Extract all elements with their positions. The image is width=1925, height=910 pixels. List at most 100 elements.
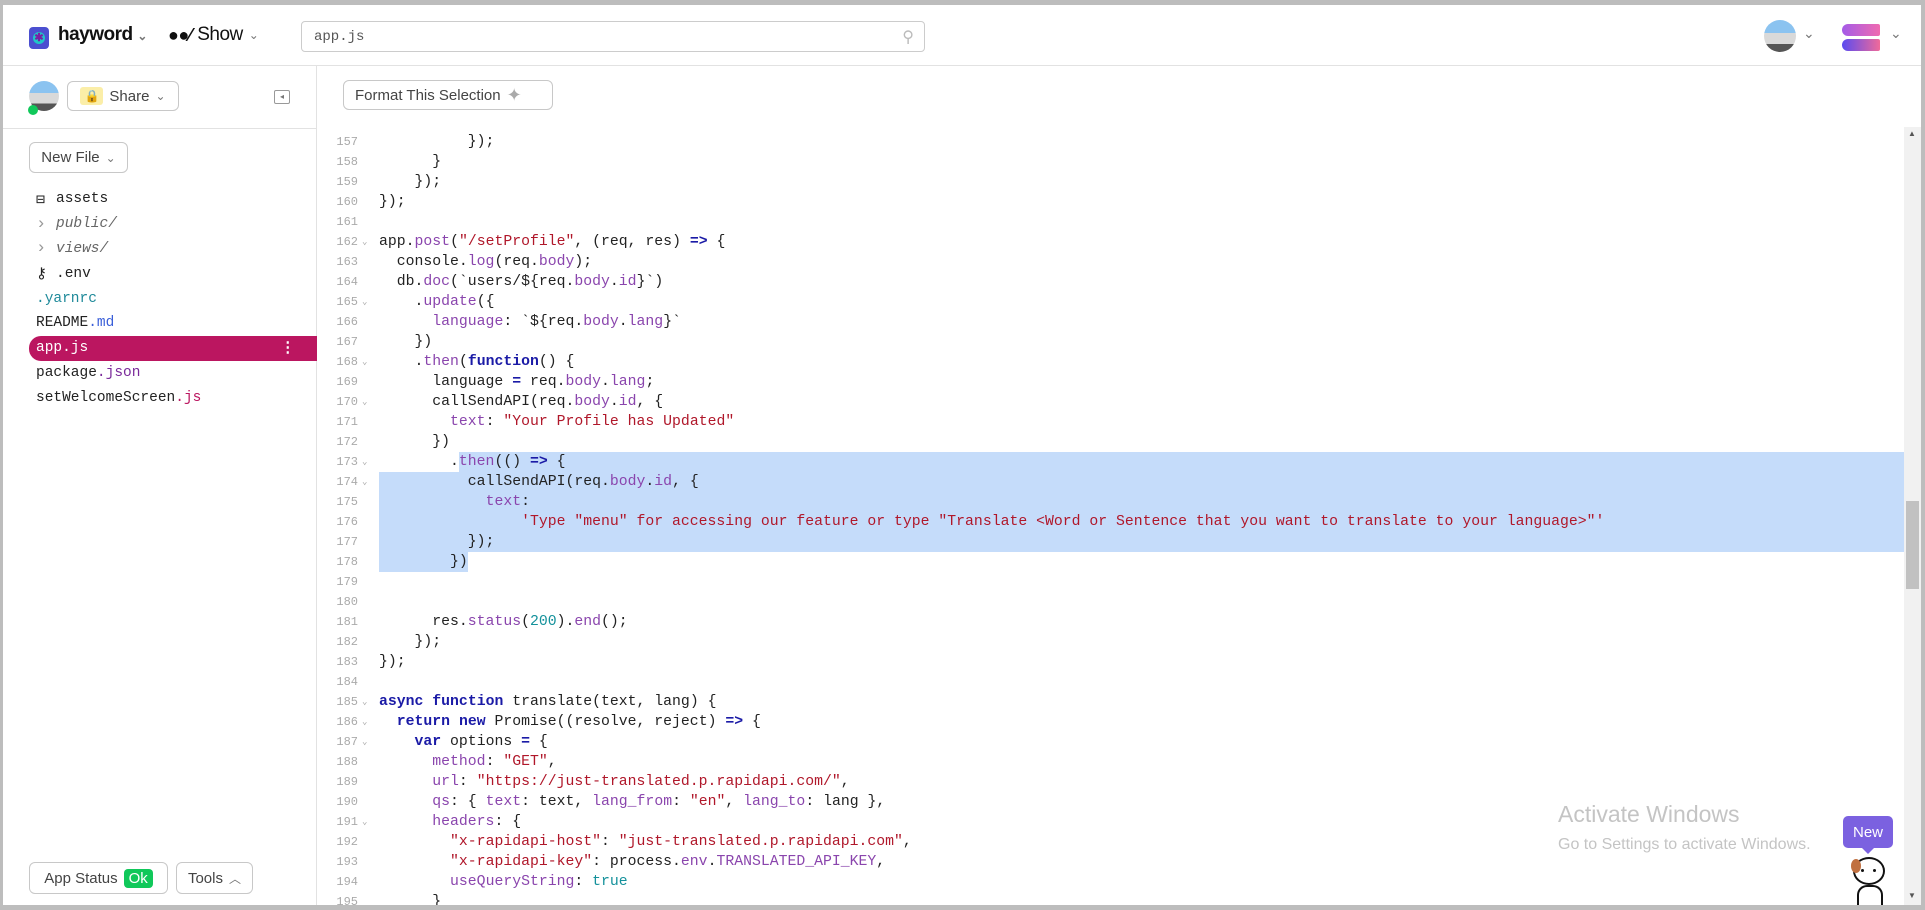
file-item[interactable]: ⊟ assets — [29, 187, 317, 212]
file-name: package — [36, 364, 97, 381]
code-line[interactable]: 195 } — [318, 892, 1904, 905]
new-file-button[interactable]: New File ⌄ — [29, 142, 128, 173]
code-line[interactable]: 172 }) — [318, 432, 1904, 452]
fold-arrow-icon[interactable]: ⌄ — [362, 472, 367, 492]
code-line[interactable]: 169 language = req.body.lang; — [318, 372, 1904, 392]
code-line[interactable]: 164 db.doc(`users/${req.body.id}`) — [318, 272, 1904, 292]
chevron-down-icon[interactable]: ⌄ — [1803, 25, 1815, 42]
code-token: app. — [379, 234, 415, 250]
project-logo-icon[interactable]: ✱ — [29, 27, 49, 49]
file-item[interactable]: package .json — [29, 361, 317, 386]
show-menu[interactable]: ●●⁄ Show ⌄ — [168, 24, 259, 46]
code-line[interactable]: 168 ⌄ .then(function() { — [318, 352, 1904, 372]
code-line[interactable]: 180 — [318, 592, 1904, 612]
code-line[interactable]: 158 } — [318, 152, 1904, 172]
sparkle-icon: ✦ — [506, 84, 522, 105]
file-item[interactable]: .yarnrc — [29, 286, 317, 311]
code-line[interactable]: 162 ⌄ app.post("/setProfile", (req, res) =… — [318, 232, 1904, 252]
online-status-dot — [28, 105, 38, 115]
code-line[interactable]: 193 "x-rapidapi-key": process.env.TRANSL… — [318, 852, 1904, 872]
code-line[interactable]: 166 language: `${req.body.lang}` — [318, 312, 1904, 332]
file-item[interactable]: README .md — [29, 311, 317, 336]
code-line[interactable]: 160}); — [318, 192, 1904, 212]
code-line[interactable]: 174 ⌄ callSendAPI(req.body.id, { — [318, 472, 1904, 492]
code-token: . — [601, 374, 610, 390]
file-item[interactable]: ⚷ .env — [29, 261, 317, 286]
code-line[interactable]: 167 }) — [318, 332, 1904, 352]
code-line[interactable]: 183}); — [318, 652, 1904, 672]
collapse-sidebar-icon[interactable]: ◂ — [274, 90, 290, 104]
code-line[interactable]: 165 ⌄ .update({ — [318, 292, 1904, 312]
line-number: 194 — [336, 875, 358, 889]
tools-button[interactable]: Tools ︿ — [176, 862, 253, 894]
code-token: TRANSLATED_API_KEY — [716, 854, 877, 870]
code-line[interactable]: 186 ⌄ return new Promise((resolve, reject… — [318, 712, 1904, 732]
fish-logo-icon[interactable] — [1842, 24, 1880, 52]
code-text: }); — [379, 632, 442, 652]
code-token: 200 — [529, 614, 557, 630]
code-token: body — [583, 314, 619, 330]
code-line[interactable]: 171 text: "Your Profile has Updated" — [318, 412, 1904, 432]
search-input[interactable]: app.js ⚲ — [301, 21, 925, 52]
code-line[interactable]: 161 — [318, 212, 1904, 232]
vertical-scrollbar[interactable]: ▲ ▼ — [1904, 127, 1921, 905]
code-line[interactable]: 184 — [318, 672, 1904, 692]
file-extension: .md — [88, 315, 115, 332]
dog-mascot-icon[interactable] — [1841, 855, 1897, 905]
code-token: , — [840, 774, 850, 790]
project-menu[interactable]: hayword ⌄ — [58, 24, 147, 46]
file-item[interactable]: › public/ — [29, 212, 317, 237]
code-token: } — [379, 894, 442, 905]
code-line[interactable]: 170 ⌄ callSendAPI(req.body.id, { — [318, 392, 1904, 412]
user-avatar[interactable] — [1764, 20, 1796, 52]
line-number: 171 — [336, 415, 358, 429]
file-item[interactable]: app.js ⋮ — [29, 335, 317, 361]
code-token: lang — [627, 314, 664, 330]
app-status-button[interactable]: App Status Ok — [29, 862, 168, 894]
code-token: end — [574, 614, 602, 630]
code-line[interactable]: 178 }) — [318, 552, 1904, 572]
code-line[interactable]: 189 url: "https://just-translated.p.rapi… — [318, 772, 1904, 792]
code-token: "just-translated.p.rapidapi.com" — [618, 834, 903, 850]
code-line[interactable]: 157 }); — [318, 132, 1904, 152]
code-line[interactable]: 194 useQueryString: true — [318, 872, 1904, 892]
more-options-icon[interactable]: ⋮ — [281, 340, 296, 357]
code-line[interactable]: 179 — [318, 572, 1904, 592]
project-name: hayword — [58, 24, 133, 45]
code-line[interactable]: 182 }); — [318, 632, 1904, 652]
fold-arrow-icon[interactable]: ⌄ — [362, 352, 367, 372]
file-item[interactable]: setWelcomeScreen .js — [29, 385, 317, 410]
code-line[interactable]: 187 ⌄ var options = { — [318, 732, 1904, 752]
fold-arrow-icon[interactable]: ⌄ — [362, 232, 367, 252]
file-item[interactable]: › views/ — [29, 237, 317, 262]
share-button[interactable]: 🔒 Share ⌄ — [67, 81, 179, 111]
scroll-up-icon[interactable]: ▲ — [1908, 129, 1916, 138]
new-badge[interactable]: New — [1843, 816, 1893, 854]
fold-arrow-icon[interactable]: ⌄ — [362, 692, 367, 712]
fold-arrow-icon[interactable]: ⌄ — [362, 712, 367, 732]
code-line[interactable]: 181 res.status(200).end(); — [318, 612, 1904, 632]
code-line[interactable]: 177 }); — [318, 532, 1904, 552]
code-line[interactable]: 185 ⌄ async function translate(text, lang)… — [318, 692, 1904, 712]
scrollbar-thumb[interactable] — [1906, 501, 1919, 589]
code-token: async — [379, 694, 424, 710]
fold-arrow-icon[interactable]: ⌄ — [362, 732, 367, 752]
code-line[interactable]: 175 text: — [318, 492, 1904, 512]
code-line[interactable]: 163 console.log(req.body); — [318, 252, 1904, 272]
fold-arrow-icon[interactable]: ⌄ — [362, 392, 367, 412]
fold-arrow-icon[interactable]: ⌄ — [362, 452, 367, 472]
chevron-down-icon[interactable]: ⌄ — [1890, 25, 1902, 42]
code-line[interactable]: 176 'Type "menu" for accessing our featu… — [318, 512, 1904, 532]
fold-arrow-icon[interactable]: ⌄ — [362, 812, 367, 832]
code-editor[interactable]: 157 }); 158 } 159 }); 160}); 161 162 ⌄ app.post… — [318, 127, 1904, 905]
code-token: language — [379, 374, 513, 390]
code-line[interactable]: 188 method: "GET", — [318, 752, 1904, 772]
scroll-down-icon[interactable]: ▼ — [1908, 891, 1916, 900]
format-selection-button[interactable]: Format This Selection ✦ — [343, 80, 553, 110]
code-line[interactable]: 173 ⌄ .then(() => { — [318, 452, 1904, 472]
fold-arrow-icon[interactable]: ⌄ — [362, 292, 367, 312]
code-token: id — [618, 274, 637, 290]
code-line[interactable]: 159 }); — [318, 172, 1904, 192]
